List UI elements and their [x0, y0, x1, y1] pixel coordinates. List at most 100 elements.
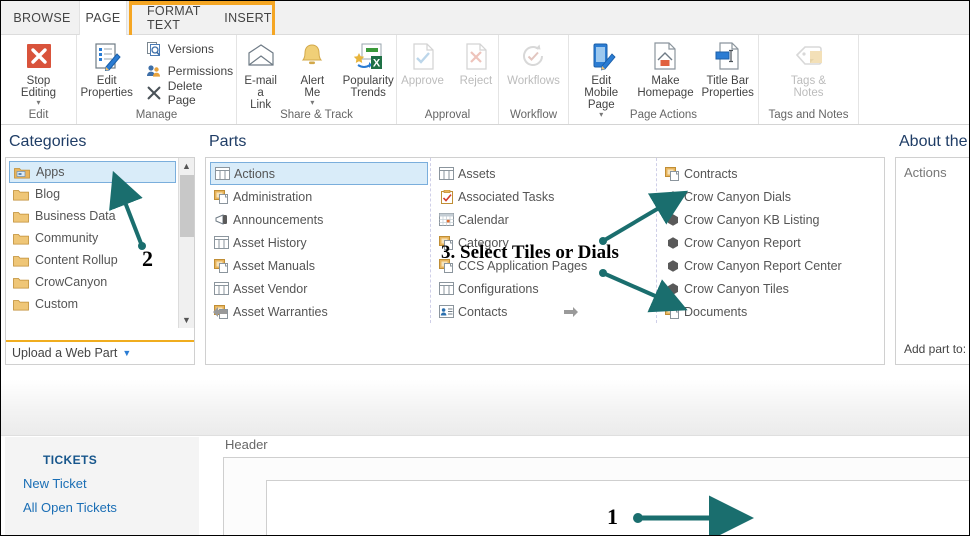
- svg-text:X: X: [373, 58, 381, 70]
- ribbon-body: Stop Editing ▾ Edit Edit Properties Vers…: [1, 35, 969, 125]
- part-item-documents[interactable]: Documents: [661, 300, 882, 323]
- part-item-crow-canyon-report[interactable]: Crow Canyon Report: [661, 231, 882, 254]
- doclib-icon: [664, 304, 681, 319]
- category-item-business-data[interactable]: Business Data: [9, 205, 176, 227]
- part-item-label: Crow Canyon Dials: [684, 189, 791, 204]
- edit-properties-button[interactable]: Edit Properties: [74, 38, 140, 99]
- ribbon-group-edit-label: Edit: [28, 109, 49, 121]
- bell-icon: [297, 40, 327, 72]
- list-icon: [214, 166, 231, 181]
- scroll-up-icon[interactable]: ▲: [179, 158, 194, 174]
- web-part-zone[interactable]: [223, 457, 969, 535]
- reject-button[interactable]: Reject: [451, 38, 501, 87]
- versions-button[interactable]: Versions: [142, 38, 240, 60]
- alert-me-button[interactable]: Alert Me ▾: [287, 38, 337, 107]
- upload-web-part-label: Upload a Web Part: [12, 346, 118, 360]
- web-part-zone-inner[interactable]: [266, 480, 969, 535]
- part-item-asset-warranties[interactable]: Asset Warranties: [210, 300, 428, 323]
- part-item-crow-canyon-tiles[interactable]: Crow Canyon Tiles: [661, 277, 882, 300]
- homepage-icon: [651, 40, 679, 72]
- left-nav-link-new-ticket[interactable]: New Ticket: [5, 467, 199, 491]
- part-item-label: Contracts: [684, 166, 738, 181]
- part-item-label: Asset Warranties: [233, 304, 328, 319]
- part-item-crow-canyon-dials[interactable]: Crow Canyon Dials: [661, 185, 882, 208]
- part-item-calendar[interactable]: Calendar: [435, 208, 654, 231]
- tab-insert[interactable]: INSERT: [223, 1, 273, 35]
- approve-button[interactable]: Approve: [394, 38, 451, 87]
- part-item-crow-canyon-report-center[interactable]: Crow Canyon Report Center: [661, 254, 882, 277]
- mobile-page-icon: [586, 40, 616, 72]
- tab-format-text[interactable]: FORMAT TEXT: [135, 1, 219, 35]
- parts-prev-button[interactable]: [212, 305, 228, 321]
- workflows-button[interactable]: Workflows: [500, 38, 567, 87]
- categories-list[interactable]: Apps Blog Business Data Community Conten…: [6, 158, 194, 330]
- tab-page[interactable]: PAGE: [79, 1, 127, 35]
- part-item-configurations[interactable]: Configurations: [435, 277, 654, 300]
- left-navigation: TICKETS New Ticket All Open Tickets: [5, 437, 199, 535]
- categories-scrollbar[interactable]: ▲ ▼: [178, 158, 194, 328]
- webpart-icon: [664, 235, 681, 250]
- stop-editing-button[interactable]: Stop Editing ▾: [1, 38, 76, 107]
- list-icon: [213, 235, 230, 250]
- edit-properties-label: Edit Properties: [80, 75, 133, 99]
- ribbon-group-edit: Stop Editing ▾ Edit: [1, 35, 77, 124]
- stop-editing-icon: [24, 40, 54, 72]
- contacts-icon: [438, 304, 455, 319]
- part-item-crow-canyon-kb-listing[interactable]: Crow Canyon KB Listing: [661, 208, 882, 231]
- tab-browse[interactable]: BROWSE: [7, 1, 77, 35]
- part-item-contacts[interactable]: Contacts: [435, 300, 654, 323]
- ribbon-group-approval: Approve Reject Approval: [397, 35, 499, 124]
- part-item-asset-history[interactable]: Asset History: [210, 231, 428, 254]
- delete-page-button[interactable]: Delete Page: [142, 79, 240, 107]
- parts-list-2[interactable]: Assets Associated Tasks Calendar Categor…: [430, 158, 656, 323]
- category-item-apps[interactable]: Apps: [9, 161, 176, 183]
- popularity-trends-button[interactable]: X Popularity Trends: [337, 38, 399, 99]
- part-item-actions[interactable]: Actions: [210, 162, 428, 185]
- versions-label: Versions: [167, 42, 214, 56]
- zone-label-header: Header: [225, 437, 268, 452]
- scroll-down-icon[interactable]: ▼: [179, 312, 194, 328]
- folder-icon: [13, 188, 29, 201]
- title-bar-properties-button[interactable]: Title Bar Properties: [697, 38, 758, 99]
- list-icon: [438, 166, 455, 181]
- edit-mobile-page-label: Edit Mobile Page: [584, 75, 619, 111]
- email-a-link-label: E-mail a Link: [244, 75, 277, 111]
- part-item-asset-manuals[interactable]: Asset Manuals: [210, 254, 428, 277]
- scrollbar-thumb[interactable]: [180, 175, 194, 237]
- parts-list-3[interactable]: Contracts Crow Canyon Dials Crow Canyon …: [656, 158, 884, 323]
- folder-icon: [13, 254, 29, 267]
- upload-web-part-button[interactable]: Upload a Web Part ▼: [6, 340, 194, 364]
- part-item-associated-tasks[interactable]: Associated Tasks: [435, 185, 654, 208]
- parts-list-1[interactable]: Actions Administration Announcements Ass…: [206, 158, 430, 323]
- part-item-contracts[interactable]: Contracts: [661, 162, 882, 185]
- part-item-announcements[interactable]: Announcements: [210, 208, 428, 231]
- tags-notes-button[interactable]: Tags & Notes: [784, 38, 834, 99]
- part-item-assets[interactable]: Assets: [435, 162, 654, 185]
- reject-label: Reject: [459, 75, 493, 87]
- annotation-text-3: 3. Select Tiles or Dials: [441, 242, 619, 263]
- part-item-label: Announcements: [233, 212, 324, 227]
- category-item-crowcanyon[interactable]: CrowCanyon: [9, 271, 176, 293]
- ribbon-group-manage: Edit Properties Versions Permissions Del…: [77, 35, 237, 124]
- edit-mobile-page-button[interactable]: Edit Mobile Page ▾: [569, 38, 634, 119]
- category-item-blog[interactable]: Blog: [9, 183, 176, 205]
- left-nav-link-all-open-tickets[interactable]: All Open Tickets: [5, 491, 199, 515]
- part-item-administration[interactable]: Administration: [210, 185, 428, 208]
- list-icon: [438, 281, 455, 296]
- title-bar-properties-label: Title Bar Properties: [701, 75, 754, 99]
- make-homepage-button[interactable]: Make Homepage: [634, 38, 698, 99]
- email-a-link-button[interactable]: E-mail a Link: [234, 38, 287, 111]
- annotation-number-2: 2: [142, 246, 153, 271]
- ribbon-group-share-track-label: Share & Track: [280, 109, 353, 121]
- ribbon-group-workflow-label: Workflow: [509, 109, 558, 121]
- workflows-label: Workflows: [507, 75, 560, 87]
- parts-next-button[interactable]: [563, 305, 579, 321]
- part-item-asset-vendor[interactable]: Asset Vendor: [210, 277, 428, 300]
- webpart-icon: [664, 258, 681, 273]
- folder-icon: [13, 276, 29, 289]
- ribbon-group-tags-notes-label: Tags and Notes: [768, 109, 849, 121]
- part-item-label: Asset Vendor: [233, 281, 308, 296]
- sharepoint-edit-page: BROWSE PAGE FORMAT TEXT INSERT Stop Edit…: [0, 0, 970, 536]
- part-item-label: Associated Tasks: [458, 189, 555, 204]
- category-item-custom[interactable]: Custom: [9, 293, 176, 315]
